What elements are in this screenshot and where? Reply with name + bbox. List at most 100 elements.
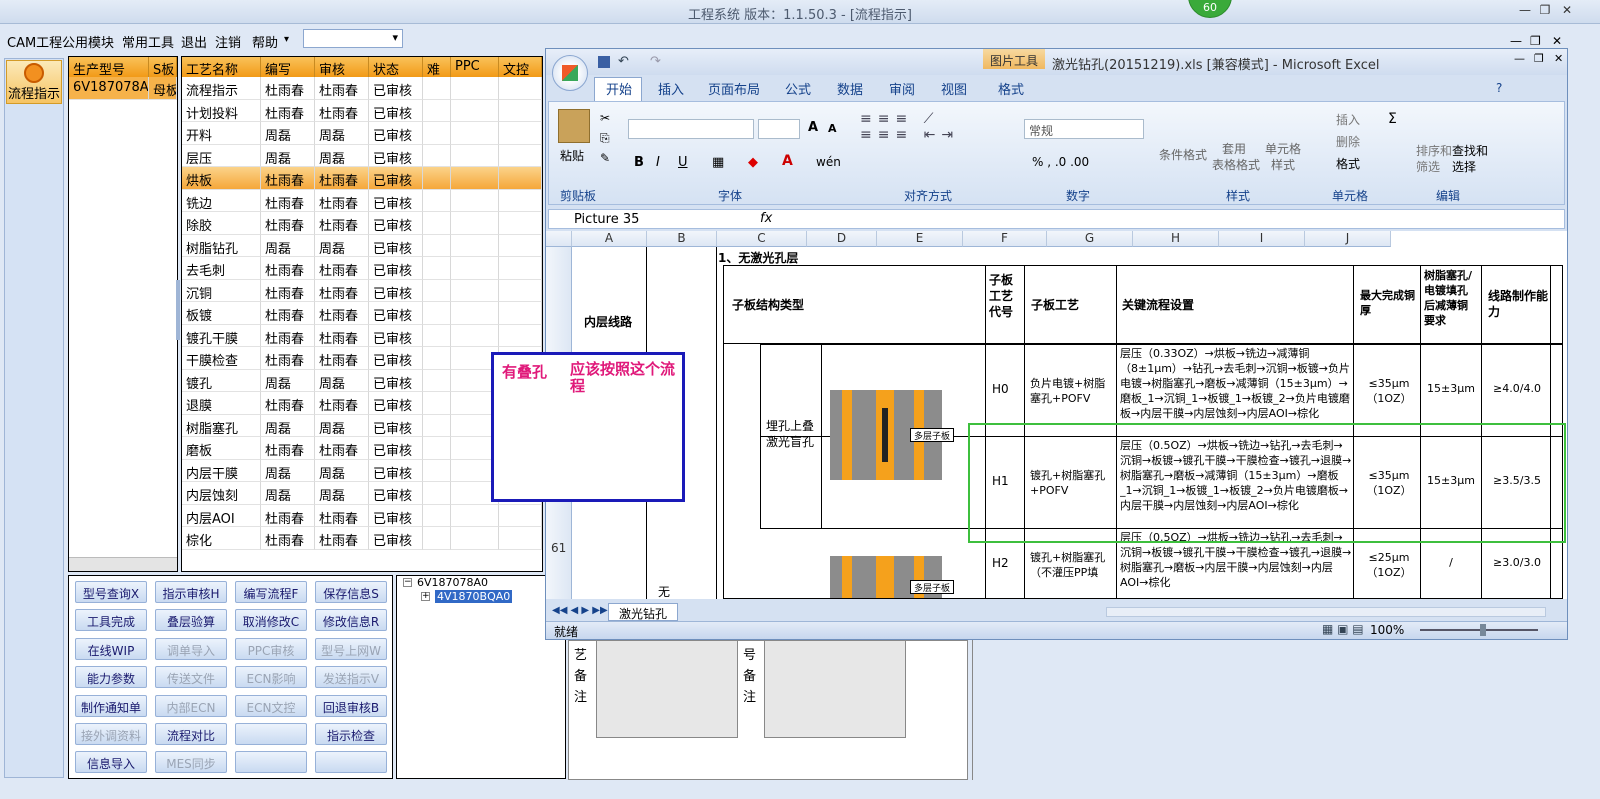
process-cell[interactable]: 周磊 xyxy=(315,122,369,145)
process-cell[interactable]: 已审核 xyxy=(369,99,423,122)
process-cell[interactable] xyxy=(423,234,451,257)
font-name-box[interactable] xyxy=(628,119,754,139)
save-icon[interactable] xyxy=(598,56,610,68)
action-button[interactable]: 型号查询X xyxy=(75,581,147,603)
process-cell[interactable]: 已审核 xyxy=(369,324,423,347)
process-cell[interactable]: 已审核 xyxy=(369,437,423,460)
process-cell[interactable]: 杜雨春 xyxy=(315,324,369,347)
menu-logout[interactable]: 注销 xyxy=(215,32,241,51)
process-cell[interactable]: 铣边 xyxy=(182,189,261,212)
h-scrollbar[interactable] xyxy=(69,557,177,571)
action-button[interactable]: MES同步 xyxy=(155,751,227,774)
process-cell[interactable]: 干膜检查 xyxy=(182,347,261,370)
underline-icon[interactable]: U xyxy=(678,155,688,170)
process-cell[interactable]: 已审核 xyxy=(369,234,423,257)
col-header-writer[interactable]: 编写 xyxy=(261,57,315,77)
font-color-icon[interactable]: A xyxy=(782,153,793,169)
process-cell[interactable]: 已审核 xyxy=(369,504,423,527)
process-cell[interactable]: 周磊 xyxy=(315,234,369,257)
col-header-difficulty[interactable]: 难 xyxy=(423,57,451,77)
process-cell[interactable] xyxy=(451,234,499,257)
action-button[interactable]: 在线WIP xyxy=(75,637,147,660)
minimize-icon[interactable]: — xyxy=(1516,3,1534,19)
process-cell[interactable]: 开料 xyxy=(182,122,261,145)
process-cell[interactable] xyxy=(499,144,542,167)
menu-common-module[interactable]: 公用模块 xyxy=(62,32,114,51)
mdi-restore-icon[interactable]: ❐ xyxy=(1530,34,1541,48)
process-cell[interactable] xyxy=(499,99,542,122)
process-cell[interactable] xyxy=(423,482,451,505)
process-cell[interactable]: 周磊 xyxy=(261,459,315,482)
maximize-icon[interactable]: ❐ xyxy=(1536,3,1554,19)
process-cell[interactable]: 周磊 xyxy=(315,459,369,482)
col-header-status[interactable]: 状态 xyxy=(369,57,423,77)
sheet-h-scrollbar[interactable] xyxy=(1106,607,1546,617)
process-cell[interactable] xyxy=(423,437,451,460)
process-cell[interactable]: 杜雨春 xyxy=(315,99,369,122)
process-cell[interactable] xyxy=(499,77,542,100)
menu-help[interactable]: 帮助 xyxy=(252,32,278,51)
find-select-button[interactable]: 查找和 选择 xyxy=(1452,143,1488,175)
process-cell[interactable]: 杜雨春 xyxy=(261,437,315,460)
action-button[interactable]: 流程对比 xyxy=(155,723,227,745)
process-cell[interactable]: 已审核 xyxy=(369,257,423,280)
process-cell[interactable] xyxy=(423,144,451,167)
process-cell[interactable]: 已审核 xyxy=(369,77,423,100)
process-cell[interactable] xyxy=(423,414,451,437)
process-cell[interactable]: 已审核 xyxy=(369,369,423,392)
model-type-cell[interactable]: 母板 xyxy=(149,77,177,100)
process-cell[interactable]: 已审核 xyxy=(369,144,423,167)
menu-exit[interactable]: 退出 xyxy=(181,32,207,51)
format-painter-icon[interactable]: ✎ xyxy=(600,151,610,165)
process-cell[interactable] xyxy=(499,257,542,280)
process-cell[interactable]: 杜雨春 xyxy=(261,504,315,527)
process-cell[interactable]: 杜雨春 xyxy=(315,504,369,527)
process-cell[interactable]: 已审核 xyxy=(369,527,423,550)
process-cell[interactable]: 已审核 xyxy=(369,302,423,325)
process-cell[interactable] xyxy=(423,369,451,392)
memo-right-textarea[interactable] xyxy=(764,640,906,738)
process-cell[interactable]: 杜雨春 xyxy=(261,257,315,280)
model-cell[interactable]: 6V187078A0 xyxy=(69,77,149,100)
process-cell[interactable] xyxy=(423,99,451,122)
splitter[interactable] xyxy=(176,280,180,340)
tab-insert[interactable]: 插入 xyxy=(658,79,684,98)
tab-formulas[interactable]: 公式 xyxy=(785,79,811,98)
column-header[interactable]: C xyxy=(717,231,807,247)
office-button[interactable] xyxy=(552,55,588,91)
tab-data[interactable]: 数据 xyxy=(837,79,863,98)
action-button[interactable]: 回退审核B xyxy=(315,694,387,717)
action-button[interactable]: 工具完成 xyxy=(75,609,147,632)
process-cell[interactable]: 已审核 xyxy=(369,212,423,235)
process-cell[interactable]: 杜雨春 xyxy=(261,77,315,100)
mdi-close-icon[interactable]: ✕ xyxy=(1552,34,1562,48)
process-cell[interactable]: 杜雨春 xyxy=(261,189,315,212)
toolbar-combo[interactable] xyxy=(303,29,403,48)
zoom-level[interactable]: 100% xyxy=(1370,623,1404,637)
process-cell[interactable]: 已审核 xyxy=(369,392,423,415)
process-cell[interactable]: 已审核 xyxy=(369,122,423,145)
action-button[interactable]: 编写流程F xyxy=(235,581,307,603)
action-button[interactable]: 发送指示V xyxy=(315,666,387,689)
process-cell[interactable] xyxy=(423,459,451,482)
process-cell[interactable]: 计划投料 xyxy=(182,99,261,122)
process-cell[interactable] xyxy=(499,504,542,527)
percent-icon[interactable]: % , .0 .00 xyxy=(1032,155,1089,169)
process-cell[interactable]: 周磊 xyxy=(261,414,315,437)
col-header-reviewer[interactable]: 审核 xyxy=(315,57,369,77)
process-cell[interactable]: 周磊 xyxy=(261,122,315,145)
process-cell[interactable]: 周磊 xyxy=(315,144,369,167)
sheet-nav-icons[interactable]: ◀◀ ◀ ▶ ▶▶ xyxy=(552,605,608,616)
column-header[interactable]: G xyxy=(1047,231,1133,247)
select-all[interactable] xyxy=(546,231,572,247)
process-cell[interactable]: 杜雨春 xyxy=(261,324,315,347)
action-button[interactable]: 信息导入 xyxy=(75,751,147,774)
tab-format[interactable]: 格式 xyxy=(998,79,1024,98)
tab-view[interactable]: 视图 xyxy=(941,79,967,98)
action-button[interactable] xyxy=(235,723,307,745)
process-cell[interactable] xyxy=(423,122,451,145)
process-cell[interactable]: 内层AOI xyxy=(182,504,261,527)
process-cell[interactable]: 杜雨春 xyxy=(315,77,369,100)
process-cell[interactable] xyxy=(499,212,542,235)
sum-icon[interactable]: Σ xyxy=(1388,111,1397,127)
